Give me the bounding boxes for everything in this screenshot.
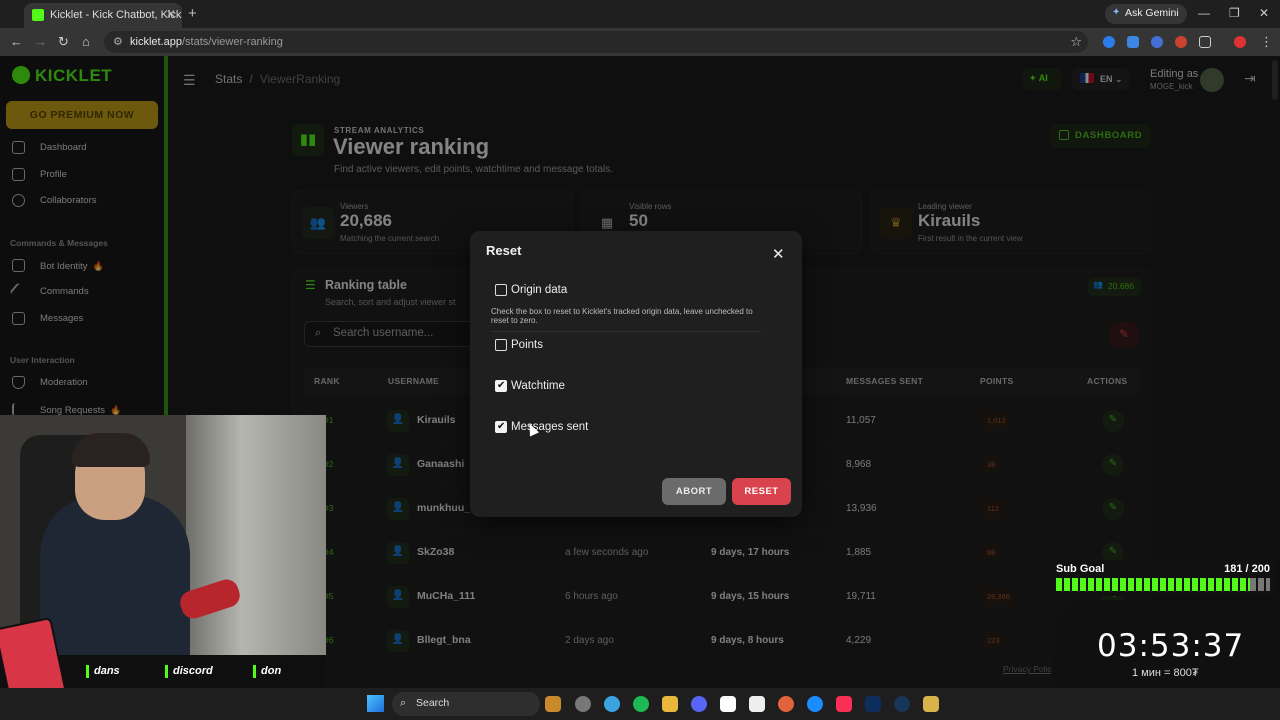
sub-goal-widget: Sub Goal 181 / 200 — [1050, 560, 1276, 596]
forward-icon[interactable]: → — [34, 34, 47, 49]
dialog-close-icon[interactable]: ✕ — [772, 245, 785, 263]
extension-icon[interactable] — [1175, 36, 1187, 48]
restore-icon[interactable]: ❐ — [1229, 6, 1240, 20]
url-field[interactable]: ⚙ kicklet.app/stats/viewer-ranking ☆ — [104, 31, 1088, 53]
notion-icon[interactable] — [749, 696, 765, 712]
music-app-icon[interactable] — [836, 696, 852, 712]
app-icon[interactable] — [923, 696, 939, 712]
stream-timer: 03:53:37 — [1097, 628, 1245, 664]
tab-close-icon[interactable]: ✕ — [166, 7, 176, 21]
ask-gemini-button[interactable]: Ask Gemini — [1105, 4, 1187, 24]
watchtime-checkbox[interactable]: Watchtime — [495, 379, 565, 394]
checkbox-checked[interactable] — [495, 420, 507, 433]
origin-data-checkbox[interactable]: Origin data — [495, 284, 567, 298]
points-checkbox[interactable]: Points — [495, 339, 543, 353]
reset-button[interactable]: RESET — [732, 478, 791, 505]
webcam-window — [186, 415, 326, 655]
browser-tab-bar: Kicklet - Kick Chatbot, Kick Wi ✕ + Ask … — [0, 0, 1280, 28]
window-close-icon[interactable]: ✕ — [1259, 6, 1269, 20]
windows-start-icon[interactable] — [367, 695, 384, 712]
back-icon[interactable]: ← — [10, 34, 23, 49]
minimize-icon[interactable]: — — [1198, 6, 1210, 20]
extension-icon[interactable] — [1127, 36, 1139, 48]
command-don: don — [253, 665, 281, 678]
origin-help-text: Check the box to reset to Kicklet's trac… — [491, 307, 761, 332]
sub-goal-value: 181 / 200 — [1224, 563, 1270, 575]
address-bar-row: ← → ↻ ⌂ ⚙ kicklet.app/stats/viewer-ranki… — [0, 28, 1280, 56]
app-icon[interactable] — [778, 696, 794, 712]
search-icon: ⌕ — [400, 697, 407, 709]
checkbox-checked[interactable] — [495, 379, 507, 392]
app-icon[interactable] — [575, 696, 591, 712]
app-icon[interactable] — [807, 696, 823, 712]
file-explorer-icon[interactable] — [662, 696, 678, 712]
widget-icon[interactable] — [545, 696, 561, 712]
windows-taskbar: ⌕ Search — [0, 688, 1280, 720]
new-tab-button[interactable]: + — [188, 5, 197, 22]
spotify-icon[interactable] — [633, 696, 649, 712]
command-dans: dans — [86, 665, 120, 678]
sub-goal-label: Sub Goal — [1056, 563, 1105, 575]
webcam-hair — [72, 433, 150, 467]
profile-avatar-icon[interactable] — [1234, 36, 1246, 48]
sub-goal-remaining — [1249, 578, 1270, 591]
photoshop-icon[interactable] — [865, 696, 881, 712]
browser-tab[interactable]: Kicklet - Kick Chatbot, Kick Wi ✕ — [24, 3, 182, 28]
taskbar-search[interactable]: ⌕ Search — [392, 692, 540, 716]
timer-rate: 1 мин = 800₮ — [1132, 667, 1199, 679]
abort-button[interactable]: ABORT — [662, 478, 726, 505]
chrome-icon[interactable] — [604, 696, 620, 712]
extensions-puzzle-icon[interactable] — [1199, 36, 1211, 48]
steam-icon[interactable] — [894, 696, 910, 712]
discord-icon[interactable] — [691, 696, 707, 712]
command-discord: discord — [165, 665, 213, 678]
extension-icon[interactable] — [1103, 36, 1115, 48]
home-icon[interactable]: ⌂ — [82, 34, 90, 49]
url-path: /stats/viewer-ranking — [181, 36, 283, 48]
url-host: kicklet.app — [130, 36, 182, 48]
capcut-icon[interactable] — [720, 696, 736, 712]
site-info-icon[interactable]: ⚙ — [113, 35, 123, 48]
sub-goal-progress-bar — [1056, 578, 1270, 591]
bookmark-star-icon[interactable]: ☆ — [1070, 34, 1082, 50]
messages-sent-checkbox[interactable]: Messages sent — [495, 420, 588, 435]
dialog-title: Reset — [486, 243, 522, 258]
kicklet-favicon-icon — [32, 9, 44, 21]
tab-title: Kicklet - Kick Chatbot, Kick Wi — [50, 9, 182, 21]
checkbox-unchecked[interactable] — [495, 339, 507, 351]
reset-dialog: Reset ✕ Origin data Check the box to res… — [470, 231, 802, 517]
reload-icon[interactable]: ↻ — [58, 34, 69, 50]
extension-icon[interactable] — [1151, 36, 1163, 48]
browser-menu-icon[interactable]: ⋮ — [1260, 34, 1273, 50]
checkbox-unchecked[interactable] — [495, 284, 507, 296]
